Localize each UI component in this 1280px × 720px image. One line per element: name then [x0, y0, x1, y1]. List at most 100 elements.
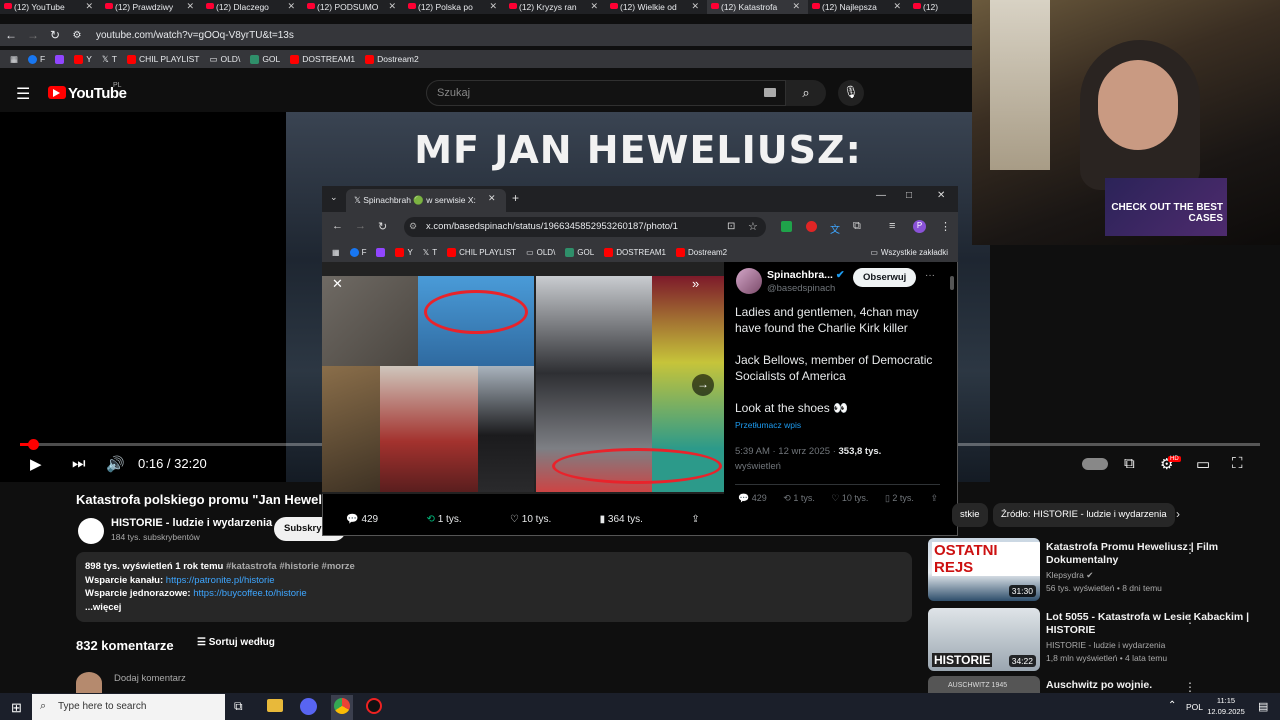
close-window-icon[interactable]: ✕ [937, 190, 945, 201]
recommended-video[interactable]: OSTATNI REJS 31:30 Katastrofa Promu Hewe… [928, 538, 1280, 604]
tweet-photo[interactable]: ✕ » → [322, 262, 724, 494]
bookmark[interactable]: GOL [565, 247, 594, 257]
taskbar-search[interactable]: Type here to search [32, 694, 225, 720]
back-icon[interactable]: ← [0, 28, 22, 42]
next-photo-icon[interactable]: → [692, 374, 714, 396]
close-icon[interactable]: ✕ [287, 1, 295, 12]
repost-button[interactable]: ⟲ 1 tys. [783, 493, 815, 504]
video-thumbnail[interactable]: AUSCHWITZ 1945 [928, 676, 1040, 694]
recommended-video[interactable]: HISTORIE 34:22 Lot 5055 - Katastrofa w L… [928, 608, 1280, 674]
browser-menu-icon[interactable]: ⋮ [940, 220, 951, 233]
close-icon[interactable]: ✕ [489, 1, 497, 12]
more-options-icon[interactable]: ⋮ [1184, 542, 1196, 556]
close-icon[interactable]: ✕ [332, 276, 343, 292]
menu-icon[interactable]: ☰ [16, 84, 30, 104]
bookmark[interactable]: Dostream2 [365, 54, 419, 64]
media-control-icon[interactable]: ≡ [889, 220, 895, 232]
buycoffee-link[interactable]: https://buycoffee.to/historie [193, 588, 306, 599]
channel-avatar[interactable] [78, 518, 104, 544]
video-thumbnail[interactable]: HISTORIE 34:22 [928, 608, 1040, 671]
browser-tab[interactable]: (12) PODSUMO ✕ [303, 0, 404, 14]
next-icon[interactable]: ⏭ [72, 455, 86, 472]
share-icon[interactable]: ⇪ [930, 493, 938, 504]
browser-tab[interactable]: (12) Dlaczego ✕ [202, 0, 303, 14]
more-options-icon[interactable]: ⋮ [1184, 680, 1196, 694]
autoplay-toggle[interactable] [1082, 458, 1108, 470]
channel-name[interactable]: HISTORIE - ludzie i wydarzenia [111, 517, 272, 529]
subtitles-icon[interactable]: ⧉ [1124, 455, 1135, 472]
bookmark-star-icon[interactable]: ☆ [748, 220, 758, 233]
bookmark[interactable]: Dostream2 [676, 247, 727, 257]
search-input[interactable]: Szukaj [426, 80, 786, 106]
scrubber-knob[interactable] [27, 439, 39, 450]
new-tab-icon[interactable]: + [512, 191, 519, 205]
more-link[interactable]: ...więcej [85, 601, 355, 615]
bookmark[interactable]: Y [395, 247, 413, 257]
sort-button[interactable]: ☰ Sortuj według [197, 637, 275, 648]
obs-icon[interactable] [366, 698, 382, 714]
expand-icon[interactable]: » [692, 276, 699, 291]
apps-icon[interactable]: ▦ [10, 54, 18, 65]
close-icon[interactable]: ✕ [792, 1, 800, 12]
author-avatar[interactable] [736, 268, 762, 294]
reply-button[interactable]: 💬 429 [738, 493, 767, 504]
bookmark[interactable]: DOSTREAM1 [290, 54, 355, 64]
bookmark[interactable]: CHIL PLAYLIST [126, 54, 199, 64]
browser-tab[interactable]: (12) Polska po ✕ [404, 0, 505, 14]
bookmark[interactable] [55, 54, 65, 64]
close-icon[interactable]: ✕ [691, 1, 699, 12]
repost-button[interactable]: ⟲ 1 tys. [427, 514, 462, 525]
chip[interactable]: Źródło: HISTORIE - ludzie i wydarzenia [993, 503, 1175, 527]
add-comment-input[interactable]: Dodaj komentarz [114, 673, 186, 684]
video-title[interactable]: Katastrofa Promu Heweliusz | Film Dokume… [1046, 541, 1266, 567]
views-button[interactable]: ▮ 364 tys. [600, 514, 643, 525]
apps-icon[interactable]: ▦ [332, 248, 340, 257]
task-view-icon[interactable]: ⧉ [234, 699, 243, 714]
close-icon[interactable]: ✕ [388, 1, 396, 12]
minimize-icon[interactable]: — [876, 190, 886, 201]
extension-red-icon[interactable] [806, 221, 817, 232]
bookmark[interactable]: F [349, 247, 366, 257]
tab-search-icon[interactable]: ⌄ [330, 192, 338, 203]
play-icon[interactable]: ▶ [30, 455, 42, 473]
chrome-icon[interactable] [334, 698, 350, 714]
bookmark[interactable]: CHIL PLAYLIST [447, 247, 516, 257]
browser-tab[interactable]: (12) YouTube ✕ [0, 0, 101, 14]
windows-start-icon[interactable]: ⊞ [11, 700, 22, 716]
hashtags[interactable]: #katastrofa #historie #morze [226, 561, 355, 572]
bookmark[interactable]: 𝕏T [102, 54, 117, 65]
tray-chevron-icon[interactable]: ⌃ [1168, 700, 1176, 711]
back-icon[interactable]: ← [332, 220, 343, 232]
bookmark-folder[interactable]: ▭ OLD\ [209, 54, 240, 65]
video-thumbnail[interactable]: OSTATNI REJS 31:30 [928, 538, 1040, 601]
chevron-right-icon[interactable]: › [1176, 507, 1180, 521]
bookmark[interactable]: 𝕏T [423, 248, 437, 257]
all-bookmarks-folder[interactable]: ▭ Wszystkie zakładki [870, 248, 958, 257]
close-icon[interactable]: ✕ [85, 1, 93, 12]
translate-link[interactable]: Przetłumacz wpis [735, 420, 801, 430]
discord-icon[interactable] [300, 698, 317, 715]
browser-tab-active[interactable]: (12) Katastrofa ✕ [707, 0, 808, 14]
video-title[interactable]: Auschwitz po wojnie. [1046, 679, 1266, 692]
site-info-icon[interactable]: ⚙ [66, 30, 88, 41]
author-name[interactable]: Spinachbra... ✔ [767, 269, 845, 281]
extension-shield-icon[interactable] [781, 221, 792, 232]
chip[interactable]: stkie [952, 503, 988, 527]
theater-mode-icon[interactable]: ▭ [1196, 455, 1210, 473]
reload-icon[interactable]: ↻ [378, 220, 387, 233]
extensions-icon[interactable]: ⧉ [853, 220, 861, 233]
share-icon[interactable]: ⇪ [691, 514, 699, 525]
clock[interactable]: 11:15 12.09.2025 [1206, 695, 1246, 717]
recommended-video[interactable]: AUSCHWITZ 1945 Auschwitz po wojnie. ⋮ [928, 676, 1280, 694]
profile-avatar[interactable]: P [913, 220, 926, 233]
keyboard-icon[interactable] [764, 88, 776, 97]
forward-icon[interactable]: → [22, 28, 44, 42]
scrollbar-thumb[interactable] [950, 276, 954, 290]
volume-icon[interactable]: 🔊 [106, 455, 125, 473]
reply-button[interactable]: 💬 429 [346, 514, 378, 525]
maximize-icon[interactable]: □ [906, 190, 912, 201]
browser-tab[interactable]: (12) Najlepsza ✕ [808, 0, 909, 14]
bookmark[interactable]: Y [74, 54, 92, 64]
close-tab-icon[interactable]: ✕ [488, 193, 496, 204]
language-indicator[interactable]: POL [1186, 702, 1203, 712]
